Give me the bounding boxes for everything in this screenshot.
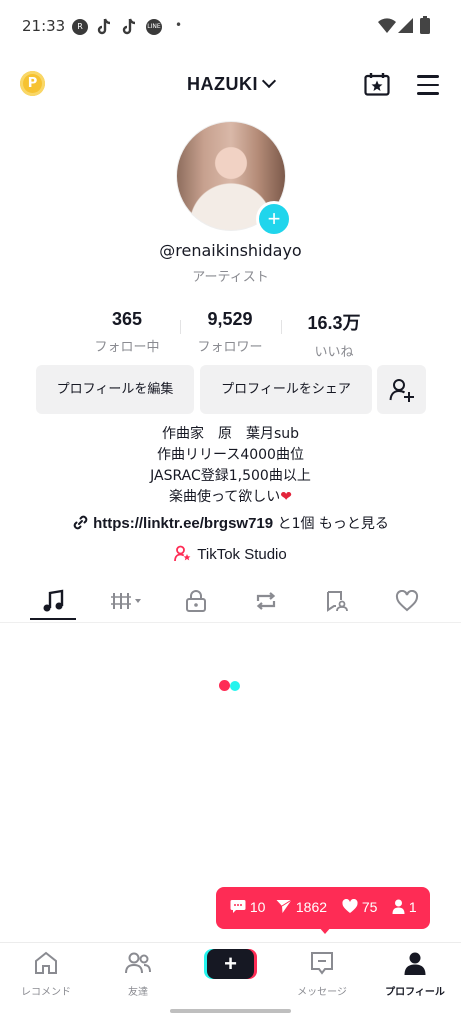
- tab-reposts[interactable]: [244, 584, 288, 616]
- likes-count: 75: [342, 898, 378, 915]
- line-icon: LINE: [146, 19, 162, 35]
- stat-followers[interactable]: 9,529 フォロワー: [175, 309, 285, 355]
- bio-line: 作曲家 原 葉月sub: [161, 426, 300, 442]
- loading-dot-cyan: [230, 681, 240, 691]
- stat-followers-label: フォロワー: [197, 340, 263, 355]
- status-time: 21:33: [22, 17, 66, 35]
- battery-icon: [420, 16, 430, 34]
- content-tabs: [0, 580, 461, 623]
- profile-handle: @renaikinshidayo: [159, 241, 302, 260]
- bio-line-text: 楽曲使って欲しい: [168, 489, 281, 505]
- send-icon: [276, 899, 292, 913]
- home-icon: [35, 951, 57, 974]
- account-switcher[interactable]: HAZUKI: [0, 73, 461, 95]
- wifi-icon: [378, 18, 396, 33]
- tab-playlists[interactable]: [106, 584, 150, 616]
- stat-likes[interactable]: 16.3万 いいね: [279, 309, 389, 360]
- tab-videos[interactable]: [31, 584, 75, 616]
- menu-icon[interactable]: [417, 75, 439, 101]
- signal-icon: [398, 18, 413, 33]
- nav-profile[interactable]: プロフィール: [369, 951, 461, 998]
- tiktok-icon: [97, 18, 111, 35]
- add-friends-button[interactable]: [377, 365, 426, 414]
- stat-likes-value: 16.3万: [307, 313, 361, 333]
- link-icon: [73, 515, 88, 530]
- stat-following-label: フォロー中: [94, 340, 160, 355]
- bio-line: JASRAC登録1,500曲以上: [150, 468, 311, 484]
- studio-label: TikTok Studio: [197, 546, 287, 563]
- studio-person-icon: [174, 545, 191, 562]
- profile-bio: 作曲家 原 葉月sub 作曲リリース4000曲位 JASRAC登録1,500曲以…: [0, 424, 461, 508]
- nav-profile-label: プロフィール: [385, 987, 445, 998]
- bio-line: 楽曲使って欲しい❤: [0, 487, 461, 508]
- tiktok-studio-link[interactable]: TikTok Studio: [0, 545, 461, 563]
- heart-emoji: ❤: [280, 489, 293, 505]
- music-note-icon: [43, 589, 64, 612]
- inbox-icon: [311, 952, 333, 975]
- comments-value: 10: [249, 899, 266, 915]
- friends-icon: [125, 952, 151, 974]
- shares-count: 1862: [276, 899, 327, 915]
- tiktok-icon: [122, 18, 136, 35]
- new-followers-value: 1: [408, 899, 417, 915]
- bio-link[interactable]: https://linktr.ee/brgsw719 と1個 もっと見る: [0, 513, 461, 533]
- comment-icon: [230, 900, 246, 913]
- profile-category: アーティスト: [192, 270, 269, 285]
- stat-followers-value: 9,529: [207, 309, 253, 329]
- active-tab-indicator: [30, 618, 76, 620]
- nav-home-label: レコメンド: [21, 987, 71, 998]
- nav-inbox-label: メッセージ: [297, 987, 347, 998]
- loading-dot-red: [219, 680, 230, 691]
- tab-liked[interactable]: [385, 584, 429, 616]
- lock-icon: [186, 590, 206, 612]
- person-icon: [392, 899, 405, 914]
- create-button[interactable]: +: [207, 949, 254, 979]
- status-dot: •: [175, 18, 183, 32]
- shares-value: 1862: [295, 899, 328, 915]
- playlist-icon: [111, 593, 141, 609]
- nav-inbox[interactable]: メッセージ: [276, 951, 368, 998]
- likes-value: 75: [361, 899, 378, 915]
- heart-icon: [342, 898, 358, 913]
- nav-home[interactable]: レコメンド: [0, 951, 92, 998]
- new-followers-count: 1: [392, 899, 417, 915]
- bottom-navigation: レコメンド 友達 + メッセージ プロフィール: [0, 942, 461, 1003]
- nav-friends-label: 友達: [128, 987, 148, 998]
- repost-icon: [256, 592, 276, 610]
- add-person-icon: [389, 379, 414, 402]
- tab-tagged[interactable]: [315, 584, 359, 616]
- status-bar: 21:33 R LINE •: [0, 0, 461, 52]
- heart-icon: [395, 589, 419, 612]
- add-story-button[interactable]: +: [256, 201, 292, 237]
- bio-line: 作曲リリース4000曲位: [157, 447, 304, 463]
- chevron-down-icon: [261, 73, 277, 89]
- bio-link-more[interactable]: と1個 もっと見る: [273, 516, 389, 532]
- edit-profile-button[interactable]: プロフィールを編集: [36, 365, 194, 414]
- stat-likes-label: いいね: [314, 345, 354, 360]
- home-indicator[interactable]: [170, 1009, 291, 1013]
- stat-following[interactable]: 365 フォロー中: [72, 309, 182, 355]
- tab-private[interactable]: [174, 584, 218, 616]
- bubble-tail: [318, 926, 332, 934]
- username-title: HAZUKI: [187, 74, 258, 94]
- rakuten-icon: R: [72, 19, 88, 35]
- nav-friends[interactable]: 友達: [92, 951, 184, 998]
- calendar-star-icon[interactable]: [364, 72, 390, 96]
- profile-icon: [404, 952, 426, 975]
- share-profile-button[interactable]: プロフィールをシェア: [200, 365, 372, 414]
- comments-count: 10: [230, 899, 265, 915]
- tagged-icon: [327, 591, 348, 612]
- stat-following-value: 365: [111, 309, 143, 329]
- bio-link-url[interactable]: https://linktr.ee/brgsw719: [93, 515, 273, 532]
- activity-summary-bubble[interactable]: 10 1862 75 1: [216, 887, 430, 929]
